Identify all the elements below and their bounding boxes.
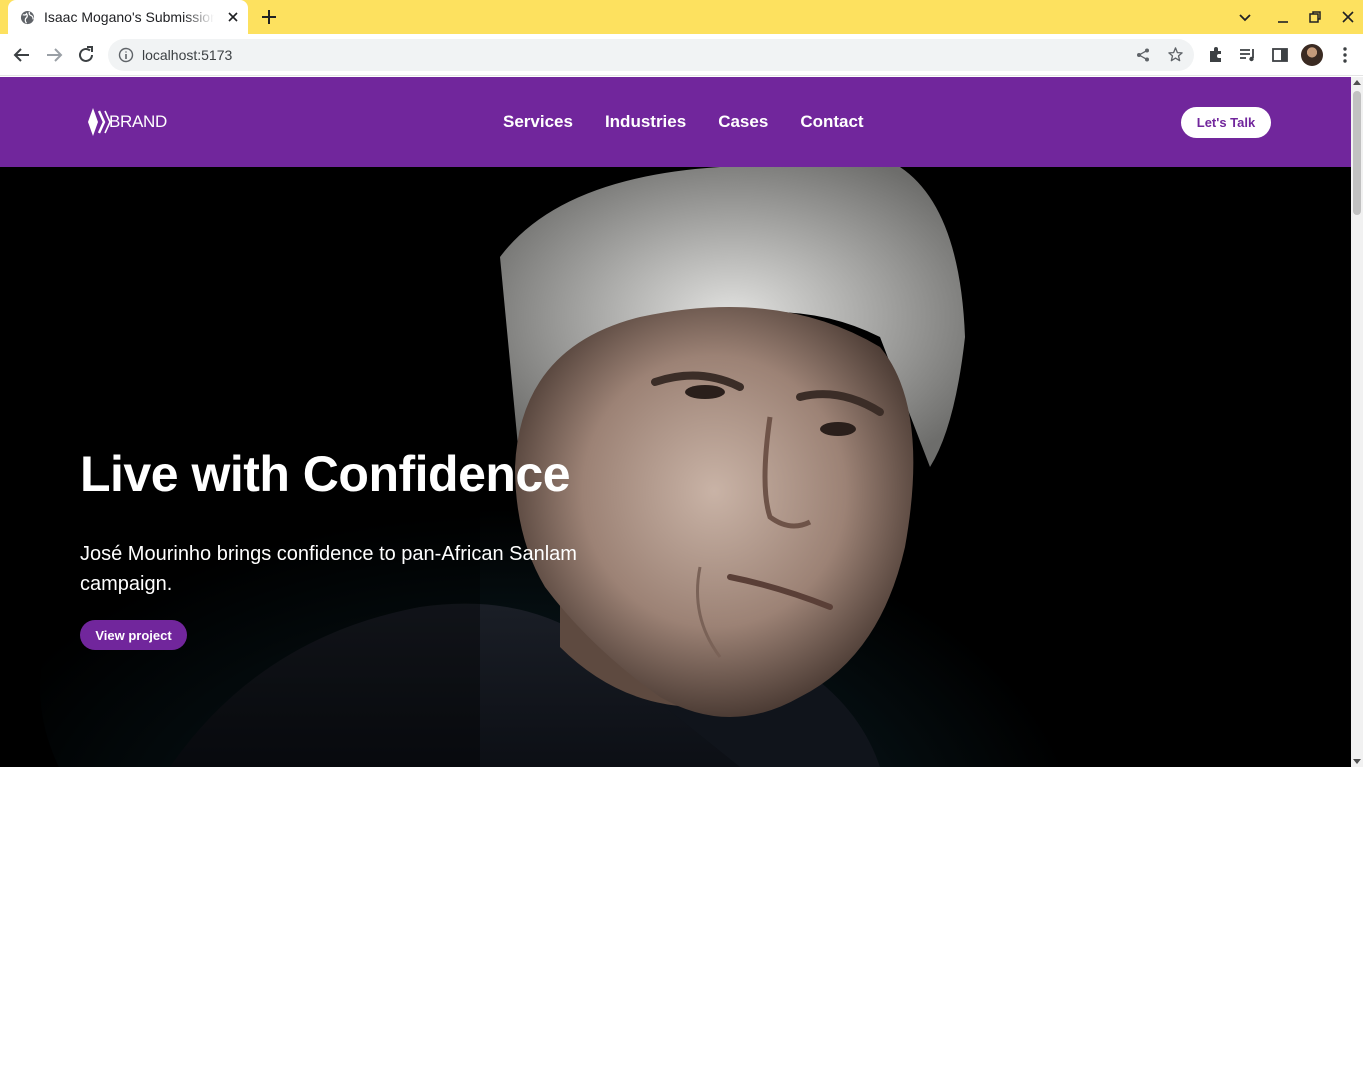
brand-logo[interactable]: BRAND: [85, 107, 167, 137]
media-icon[interactable]: [1238, 45, 1258, 65]
url-text[interactable]: localhost:5173: [142, 47, 232, 63]
hero-title: Live with Confidence: [80, 446, 571, 502]
nav-contact[interactable]: Contact: [800, 112, 863, 132]
hero-subtitle: José Mourinho brings confidence to pan-A…: [80, 543, 577, 595]
tab-strip: Isaac Mogano's Submission: [0, 0, 1363, 34]
site-header: BRAND Services Industries Cases Contact …: [0, 77, 1351, 167]
address-bar[interactable]: localhost:5173: [108, 39, 1194, 71]
logo-text: BRAND: [109, 112, 168, 131]
globe-icon: [20, 10, 35, 25]
logo-diamond-icon: [88, 108, 111, 136]
reload-icon[interactable]: [76, 45, 96, 65]
share-icon[interactable]: [1135, 47, 1151, 63]
info-icon[interactable]: [118, 47, 134, 63]
tab-title: Isaac Mogano's Submission: [44, 9, 214, 25]
star-icon[interactable]: [1167, 46, 1184, 63]
close-icon[interactable]: [225, 9, 241, 25]
page-scrollbar[interactable]: [1351, 77, 1363, 767]
minimize-icon[interactable]: [1275, 9, 1291, 25]
scroll-down-arrow-icon[interactable]: [1353, 759, 1361, 764]
scroll-thumb[interactable]: [1353, 91, 1361, 215]
plus-icon[interactable]: [260, 8, 278, 26]
hero-section: Live with Confidence José Mourinho bring…: [0, 167, 1351, 767]
main-nav: Services Industries Cases Contact: [503, 112, 896, 132]
browser-tab[interactable]: Isaac Mogano's Submission: [8, 0, 248, 34]
extensions-icon[interactable]: [1206, 45, 1226, 65]
browser-toolbar: localhost:5173: [0, 34, 1363, 76]
lets-talk-button[interactable]: Let's Talk: [1181, 107, 1271, 138]
close-window-icon[interactable]: [1340, 9, 1356, 25]
side-panel-icon[interactable]: [1270, 45, 1290, 65]
profile-avatar[interactable]: [1301, 44, 1323, 66]
back-icon[interactable]: [12, 45, 32, 65]
scroll-up-arrow-icon[interactable]: [1353, 80, 1361, 85]
nav-industries[interactable]: Industries: [605, 112, 686, 132]
nav-services[interactable]: Services: [503, 112, 573, 132]
nav-cases[interactable]: Cases: [718, 112, 768, 132]
restore-icon[interactable]: [1307, 9, 1323, 25]
chevron-down-icon[interactable]: [1237, 9, 1253, 25]
forward-icon[interactable]: [44, 45, 64, 65]
more-icon[interactable]: [1335, 45, 1355, 65]
view-project-button[interactable]: View project: [80, 620, 187, 650]
page-viewport: BRAND Services Industries Cases Contact …: [0, 77, 1351, 767]
